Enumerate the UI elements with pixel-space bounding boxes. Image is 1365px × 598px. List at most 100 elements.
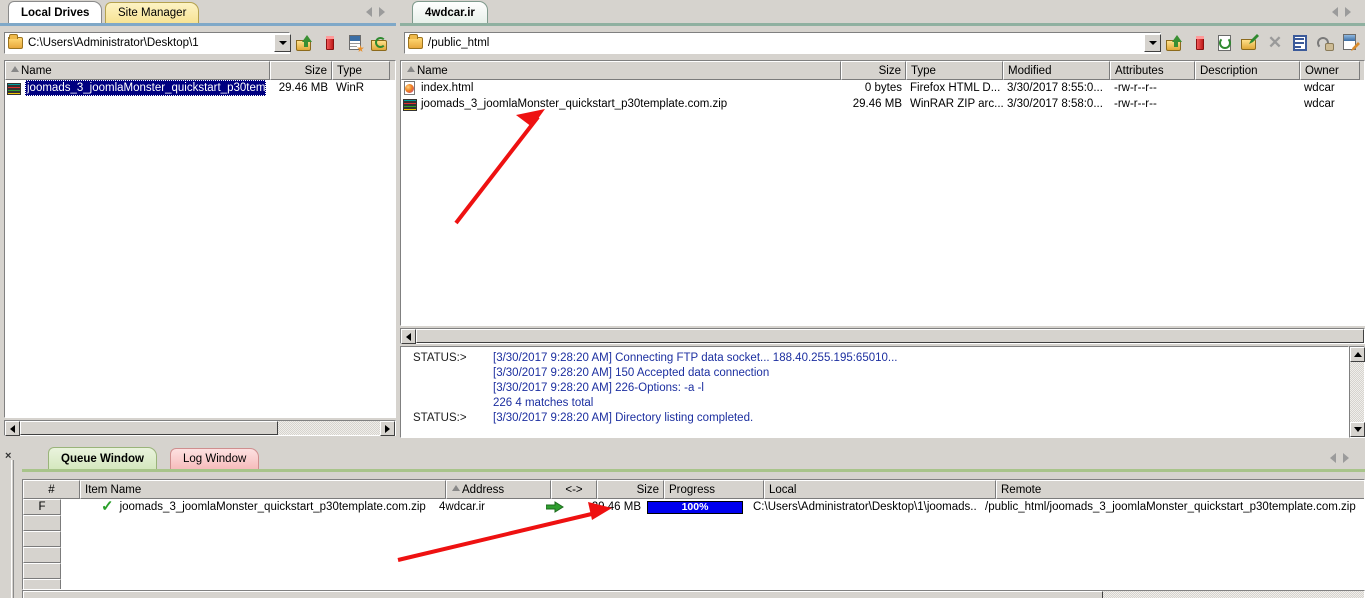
remote-file-list-column-header[interactable]: Name — [401, 61, 841, 80]
queue-item-name: joomads_3_joomlaMonster_quickstart_p30te… — [119, 501, 426, 513]
scroll-left-button[interactable] — [5, 421, 20, 436]
remote-delete-button[interactable] — [1191, 34, 1209, 52]
local-list-hscrollbar[interactable] — [4, 420, 396, 436]
left-new-file-button[interactable] — [346, 34, 364, 52]
remote-file-list-column-header[interactable]: Size — [841, 61, 906, 80]
green-check-icon: ✓ — [101, 499, 114, 515]
table-row[interactable]: joomads_3_joomlaMonster_quickstart_p30te… — [401, 96, 1364, 112]
remote-file-list-column-label: Owner — [1305, 65, 1339, 77]
chevron-left-icon[interactable] — [1329, 453, 1336, 463]
remote-file-list-body[interactable]: index.html 0 bytes Firefox HTML D... 3/30/2… — [401, 80, 1364, 112]
scroll-right-button[interactable] — [380, 421, 395, 436]
queue-list-column-header[interactable]: Progress — [664, 480, 764, 499]
queue-list-column-header[interactable]: Remote — [996, 480, 1364, 499]
queue-row-number — [23, 579, 61, 589]
right-tab-scroll-arrows[interactable] — [1324, 5, 1358, 19]
chevron-left-icon[interactable] — [1331, 7, 1338, 17]
queue-list-column-header[interactable]: Local — [764, 480, 996, 499]
remote-list-hscrollbar[interactable] — [400, 328, 1365, 344]
table-row[interactable]: F ✓ joomads_3_joomlaMonster_quickstart_p30… — [23, 499, 1364, 515]
local-file-list-column-label: Size — [304, 65, 327, 77]
scroll-left-button[interactable] — [401, 329, 416, 344]
queue-list-column-header[interactable]: Address — [446, 480, 551, 499]
remote-file-list-column-header[interactable]: Attributes — [1110, 61, 1195, 80]
scroll-down-button[interactable] — [1350, 422, 1365, 437]
queue-empty-row[interactable] — [23, 547, 1364, 563]
queue-progress-cell: 100% — [645, 500, 745, 514]
queue-list-column-header[interactable]: <-> — [551, 480, 597, 499]
bottom-panel-splitter[interactable] — [9, 460, 23, 598]
html-file-icon — [403, 81, 417, 95]
queue-empty-row[interactable] — [23, 563, 1364, 579]
left-delete-button[interactable] — [321, 34, 339, 52]
remote-file-list-column-header[interactable]: Description — [1195, 61, 1300, 80]
left-refresh-folder-button[interactable] — [371, 34, 389, 52]
remote-file-list[interactable]: Name Size Type Modified Attributes Descriptio… — [400, 60, 1365, 326]
local-path-dropdown-button[interactable] — [274, 34, 291, 52]
status-log-panel[interactable]: STATUS:> [3/30/2017 9:28:20 AM] Connectin… — [400, 346, 1349, 438]
vscroll-track[interactable] — [1350, 362, 1364, 422]
tab-remote-site[interactable]: 4wdcar.ir — [412, 1, 488, 24]
remote-file-list-column-label: Attributes — [1115, 65, 1164, 77]
hscroll-thumb[interactable] — [20, 421, 278, 435]
queue-item-name-cell[interactable]: ✓ joomads_3_joomlaMonster_quickstart_p30t… — [61, 499, 427, 515]
queue-list-column-header[interactable]: Item Name — [80, 480, 446, 499]
hscroll-thumb[interactable] — [23, 591, 1103, 598]
queue-list-column-header[interactable]: Size — [597, 480, 664, 499]
local-file-list-column-header[interactable]: Type — [332, 61, 390, 80]
remote-rename-button[interactable] — [1241, 34, 1259, 52]
queue-hscrollbar[interactable] — [22, 590, 1365, 598]
local-file-list-column-header[interactable]: Size — [270, 61, 332, 80]
chevron-right-icon[interactable] — [378, 7, 385, 17]
left-up-one-level-button[interactable] — [296, 34, 314, 52]
queue-list-column-header[interactable]: # — [23, 480, 80, 499]
log-line-message: [3/30/2017 9:28:20 AM] 226-Options: -a -… — [493, 382, 704, 394]
remote-up-one-level-button[interactable] — [1166, 34, 1184, 52]
local-file-list-column-header[interactable]: Name — [5, 61, 270, 80]
queue-list-column-label: Local — [769, 484, 797, 496]
queue-row-number — [23, 547, 61, 563]
status-log-lines: STATUS:> [3/30/2017 9:28:20 AM] Connectin… — [401, 347, 1348, 426]
remote-refresh-button[interactable] — [1216, 34, 1234, 52]
scroll-up-button[interactable] — [1350, 347, 1365, 362]
remote-file-list-column-header[interactable]: Modified — [1003, 61, 1110, 80]
tab-queue-window[interactable]: Queue Window — [48, 447, 157, 470]
local-file-list[interactable]: Name Size Type joomads_3_joomlaMonster_qui… — [4, 60, 396, 418]
hscroll-thumb[interactable] — [416, 329, 1364, 343]
chevron-left-icon[interactable] — [365, 7, 372, 17]
tab-local-drives[interactable]: Local Drives — [8, 1, 103, 24]
remote-permissions-button[interactable] — [1316, 34, 1334, 52]
hscroll-track[interactable] — [20, 421, 380, 435]
chevron-right-icon[interactable] — [1344, 7, 1351, 17]
hscroll-track[interactable] — [416, 329, 1364, 343]
status-log-vscrollbar[interactable] — [1349, 346, 1365, 438]
remote-file-name-cell[interactable]: index.html — [401, 80, 841, 96]
queue-empty-row[interactable] — [23, 579, 1364, 589]
log-line-tag — [401, 366, 493, 381]
tab-log-window[interactable]: Log Window — [170, 448, 260, 469]
chevron-right-icon[interactable] — [1342, 453, 1349, 463]
local-file-list-body[interactable]: joomads_3_joomlaMonster_quickstart_p30te… — [5, 80, 395, 96]
tab-site-manager[interactable]: Site Manager — [105, 2, 200, 23]
queue-list-body[interactable]: F ✓ joomads_3_joomlaMonster_quickstart_p30… — [23, 499, 1364, 589]
local-file-name-cell[interactable]: joomads_3_joomlaMonster_quickstart_p30te… — [5, 80, 270, 96]
close-x-icon[interactable]: ✕ — [1266, 34, 1284, 52]
local-path-combobox[interactable]: C:\Users\Administrator\Desktop\1 — [4, 32, 290, 54]
remote-path-dropdown-button[interactable] — [1144, 34, 1161, 52]
queue-list[interactable]: # Item Name Address <-> Size Progress Local Rem… — [22, 479, 1365, 590]
table-row[interactable]: index.html 0 bytes Firefox HTML D... 3/30/2… — [401, 80, 1364, 96]
remote-edit-button[interactable] — [1341, 34, 1360, 52]
sort-ascending-icon — [407, 66, 415, 72]
remote-path-combobox[interactable]: /public_html — [404, 32, 1161, 54]
remote-file-list-column-header[interactable]: Owner — [1300, 61, 1360, 80]
left-tab-scroll-arrows[interactable] — [358, 5, 392, 19]
hscroll-track[interactable] — [23, 591, 1364, 598]
bottom-tab-scroll-arrows[interactable] — [1322, 451, 1356, 465]
table-row[interactable]: joomads_3_joomlaMonster_quickstart_p30te… — [5, 80, 395, 96]
queue-empty-row[interactable] — [23, 531, 1364, 547]
remote-file-list-column-header[interactable]: Type — [906, 61, 1003, 80]
queue-empty-row[interactable] — [23, 515, 1364, 531]
remote-file-owner-cell: wdcar — [1304, 98, 1335, 110]
remote-properties-button[interactable] — [1291, 34, 1309, 52]
remote-file-name-cell[interactable]: joomads_3_joomlaMonster_quickstart_p30te… — [401, 96, 841, 112]
